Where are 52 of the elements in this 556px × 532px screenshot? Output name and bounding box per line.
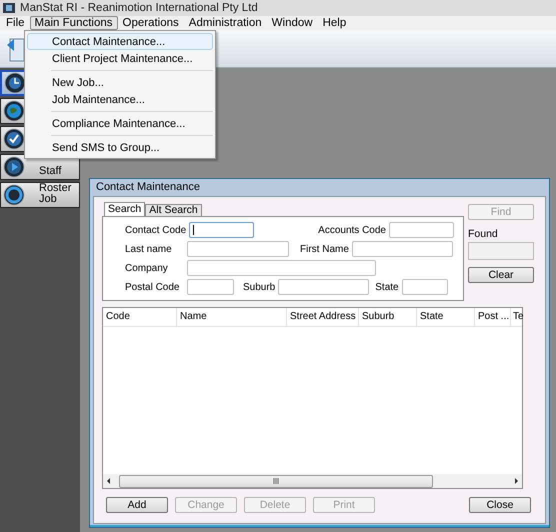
window-title: ManStat RI - Reanimotion International Pty Ltd: [20, 2, 258, 14]
menu-option[interactable]: Compliance Maintenance...: [27, 115, 213, 132]
input-field[interactable]: [278, 279, 370, 295]
input-field[interactable]: [402, 279, 448, 295]
input-field[interactable]: [187, 260, 376, 276]
column-header[interactable]: Post ...: [475, 308, 511, 326]
tab[interactable]: Search: [104, 202, 146, 216]
menu-option[interactable]: Job Maintenance...: [27, 91, 213, 108]
column-header[interactable]: State: [417, 308, 475, 326]
grip-icon: [273, 478, 279, 484]
input-field[interactable]: [388, 222, 454, 238]
menu-item[interactable]: Window: [266, 16, 318, 30]
sidebar-button[interactable]: Roster Job: [0, 182, 80, 208]
tab[interactable]: Alt Search: [145, 204, 202, 216]
field-label: Accounts Code: [318, 224, 387, 236]
menu-option[interactable]: New Job...: [27, 74, 213, 91]
menu-option[interactable]: Contact Maintenance...: [27, 33, 213, 50]
field-label: Suburb: [243, 282, 276, 292]
field-label: State: [375, 282, 400, 292]
field-label: Last name: [125, 244, 173, 254]
play-icon: [3, 156, 25, 178]
horizontal-scrollbar[interactable]: [103, 474, 522, 488]
ring-icon: [3, 184, 25, 206]
menu-option[interactable]: Send SMS to Group...: [27, 139, 213, 156]
found-field: [468, 242, 534, 260]
dialog-title: Contact Maintenance: [95, 180, 201, 195]
column-header[interactable]: Code: [103, 308, 177, 326]
menu-item[interactable]: Operations: [118, 16, 184, 30]
column-header[interactable]: Street Address: [287, 308, 359, 326]
globe-icon: [3, 100, 25, 122]
close-button[interactable]: Close: [469, 497, 531, 513]
input-field[interactable]: [352, 241, 453, 257]
column-header[interactable]: Te: [511, 308, 524, 326]
field-label: Company: [125, 262, 169, 274]
input-field[interactable]: [187, 279, 234, 295]
field-label: Postal Code: [125, 282, 180, 292]
input-field[interactable]: [187, 241, 289, 257]
menu-item[interactable]: Administration: [184, 16, 267, 30]
found-label: Found: [468, 228, 499, 240]
column-header[interactable]: Name: [177, 308, 287, 326]
clear-button[interactable]: Clear: [468, 267, 534, 283]
input-field[interactable]: [189, 222, 254, 238]
menu-item[interactable]: Help: [318, 16, 352, 30]
dialog-button[interactable]: Add: [106, 497, 168, 513]
menu-option[interactable]: Client Project Maintenance...: [27, 50, 213, 67]
field-label: First Name: [300, 244, 350, 254]
menu-item[interactable]: File: [1, 16, 30, 30]
field-label: Contact Code: [125, 224, 188, 236]
app-icon: [3, 3, 15, 13]
menu-item[interactable]: Main Functions: [30, 16, 118, 30]
scroll-thumb[interactable]: [119, 474, 433, 488]
column-header[interactable]: Suburb: [359, 308, 417, 326]
